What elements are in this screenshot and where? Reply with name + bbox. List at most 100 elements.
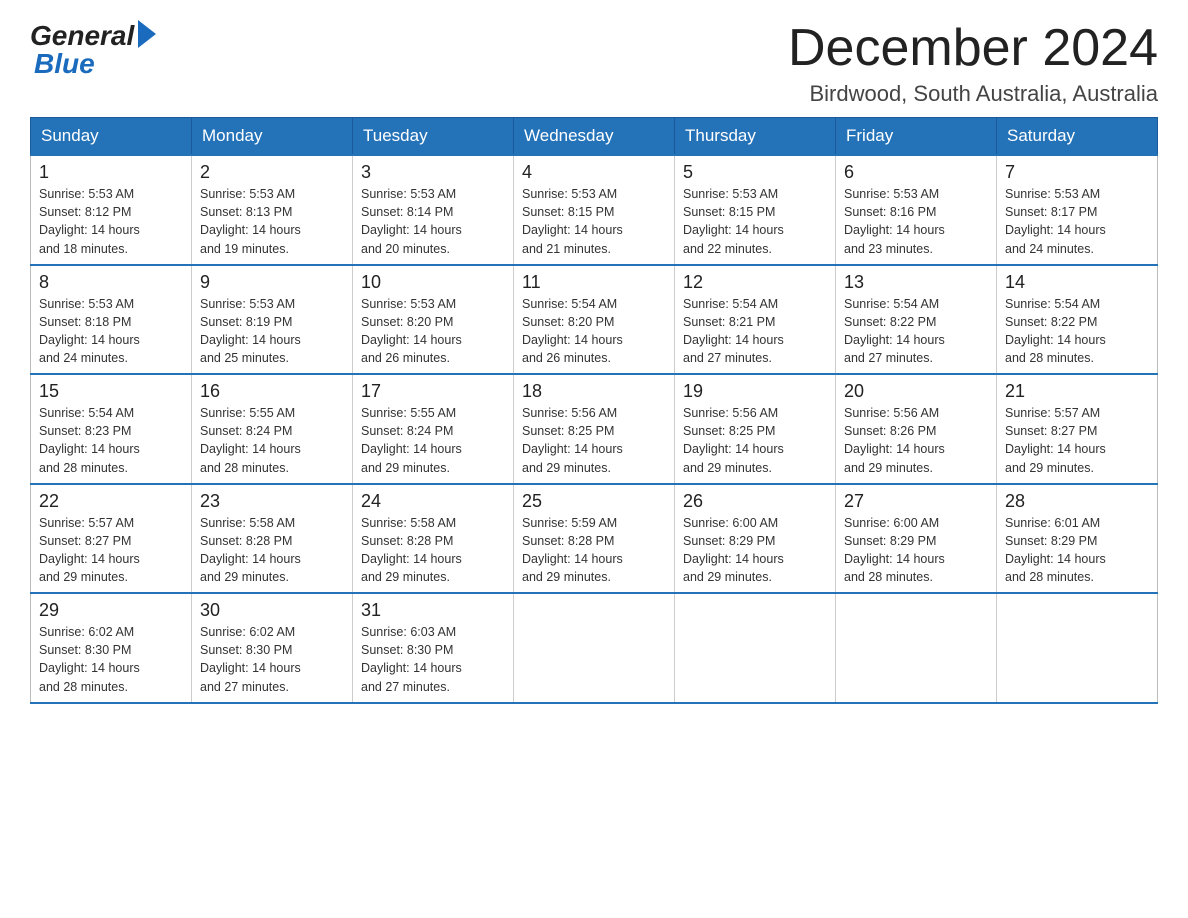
day-info: Sunrise: 5:56 AMSunset: 8:25 PMDaylight:… — [522, 404, 666, 477]
day-info: Sunrise: 5:59 AMSunset: 8:28 PMDaylight:… — [522, 514, 666, 587]
calendar-week-row: 8Sunrise: 5:53 AMSunset: 8:18 PMDaylight… — [31, 265, 1158, 375]
day-info: Sunrise: 5:54 AMSunset: 8:21 PMDaylight:… — [683, 295, 827, 368]
calendar-cell: 11Sunrise: 5:54 AMSunset: 8:20 PMDayligh… — [514, 265, 675, 375]
calendar-cell: 27Sunrise: 6:00 AMSunset: 8:29 PMDayligh… — [836, 484, 997, 594]
calendar-cell: 8Sunrise: 5:53 AMSunset: 8:18 PMDaylight… — [31, 265, 192, 375]
day-number: 23 — [200, 491, 344, 512]
day-info: Sunrise: 5:54 AMSunset: 8:22 PMDaylight:… — [1005, 295, 1149, 368]
calendar-cell: 3Sunrise: 5:53 AMSunset: 8:14 PMDaylight… — [353, 155, 514, 265]
day-info: Sunrise: 6:01 AMSunset: 8:29 PMDaylight:… — [1005, 514, 1149, 587]
day-info: Sunrise: 5:53 AMSunset: 8:17 PMDaylight:… — [1005, 185, 1149, 258]
calendar-cell: 29Sunrise: 6:02 AMSunset: 8:30 PMDayligh… — [31, 593, 192, 703]
day-info: Sunrise: 5:53 AMSunset: 8:19 PMDaylight:… — [200, 295, 344, 368]
calendar-header-row: SundayMondayTuesdayWednesdayThursdayFrid… — [31, 118, 1158, 156]
day-info: Sunrise: 5:53 AMSunset: 8:12 PMDaylight:… — [39, 185, 183, 258]
day-info: Sunrise: 5:55 AMSunset: 8:24 PMDaylight:… — [200, 404, 344, 477]
calendar-cell — [997, 593, 1158, 703]
calendar-cell: 26Sunrise: 6:00 AMSunset: 8:29 PMDayligh… — [675, 484, 836, 594]
day-number: 2 — [200, 162, 344, 183]
calendar-cell: 18Sunrise: 5:56 AMSunset: 8:25 PMDayligh… — [514, 374, 675, 484]
day-info: Sunrise: 5:53 AMSunset: 8:18 PMDaylight:… — [39, 295, 183, 368]
day-info: Sunrise: 6:00 AMSunset: 8:29 PMDaylight:… — [683, 514, 827, 587]
day-info: Sunrise: 5:53 AMSunset: 8:15 PMDaylight:… — [522, 185, 666, 258]
day-info: Sunrise: 5:54 AMSunset: 8:20 PMDaylight:… — [522, 295, 666, 368]
day-number: 26 — [683, 491, 827, 512]
day-info: Sunrise: 5:53 AMSunset: 8:15 PMDaylight:… — [683, 185, 827, 258]
calendar-week-row: 29Sunrise: 6:02 AMSunset: 8:30 PMDayligh… — [31, 593, 1158, 703]
calendar-cell: 10Sunrise: 5:53 AMSunset: 8:20 PMDayligh… — [353, 265, 514, 375]
calendar-cell: 31Sunrise: 6:03 AMSunset: 8:30 PMDayligh… — [353, 593, 514, 703]
day-number: 4 — [522, 162, 666, 183]
day-number: 29 — [39, 600, 183, 621]
logo-arrow-icon — [138, 20, 156, 48]
day-info: Sunrise: 6:02 AMSunset: 8:30 PMDaylight:… — [200, 623, 344, 696]
calendar-cell: 9Sunrise: 5:53 AMSunset: 8:19 PMDaylight… — [192, 265, 353, 375]
day-number: 5 — [683, 162, 827, 183]
weekday-header-monday: Monday — [192, 118, 353, 156]
day-number: 7 — [1005, 162, 1149, 183]
calendar-cell: 15Sunrise: 5:54 AMSunset: 8:23 PMDayligh… — [31, 374, 192, 484]
calendar-cell: 30Sunrise: 6:02 AMSunset: 8:30 PMDayligh… — [192, 593, 353, 703]
title-block: December 2024 Birdwood, South Australia,… — [788, 20, 1158, 107]
day-info: Sunrise: 6:00 AMSunset: 8:29 PMDaylight:… — [844, 514, 988, 587]
calendar-cell — [836, 593, 997, 703]
day-info: Sunrise: 5:58 AMSunset: 8:28 PMDaylight:… — [200, 514, 344, 587]
day-info: Sunrise: 5:54 AMSunset: 8:23 PMDaylight:… — [39, 404, 183, 477]
day-number: 21 — [1005, 381, 1149, 402]
day-info: Sunrise: 5:53 AMSunset: 8:20 PMDaylight:… — [361, 295, 505, 368]
calendar-cell: 1Sunrise: 5:53 AMSunset: 8:12 PMDaylight… — [31, 155, 192, 265]
day-info: Sunrise: 5:53 AMSunset: 8:13 PMDaylight:… — [200, 185, 344, 258]
day-info: Sunrise: 5:53 AMSunset: 8:16 PMDaylight:… — [844, 185, 988, 258]
calendar-cell: 7Sunrise: 5:53 AMSunset: 8:17 PMDaylight… — [997, 155, 1158, 265]
calendar-cell: 14Sunrise: 5:54 AMSunset: 8:22 PMDayligh… — [997, 265, 1158, 375]
calendar-cell: 28Sunrise: 6:01 AMSunset: 8:29 PMDayligh… — [997, 484, 1158, 594]
month-title: December 2024 — [788, 20, 1158, 77]
day-info: Sunrise: 5:53 AMSunset: 8:14 PMDaylight:… — [361, 185, 505, 258]
day-number: 12 — [683, 272, 827, 293]
weekday-header-thursday: Thursday — [675, 118, 836, 156]
day-number: 20 — [844, 381, 988, 402]
day-info: Sunrise: 5:56 AMSunset: 8:25 PMDaylight:… — [683, 404, 827, 477]
calendar-cell: 4Sunrise: 5:53 AMSunset: 8:15 PMDaylight… — [514, 155, 675, 265]
calendar-cell: 6Sunrise: 5:53 AMSunset: 8:16 PMDaylight… — [836, 155, 997, 265]
logo: General Blue — [30, 20, 156, 80]
day-number: 15 — [39, 381, 183, 402]
day-info: Sunrise: 5:54 AMSunset: 8:22 PMDaylight:… — [844, 295, 988, 368]
calendar-cell — [675, 593, 836, 703]
calendar-cell: 20Sunrise: 5:56 AMSunset: 8:26 PMDayligh… — [836, 374, 997, 484]
calendar-cell: 13Sunrise: 5:54 AMSunset: 8:22 PMDayligh… — [836, 265, 997, 375]
day-info: Sunrise: 6:03 AMSunset: 8:30 PMDaylight:… — [361, 623, 505, 696]
calendar-cell — [514, 593, 675, 703]
calendar-week-row: 22Sunrise: 5:57 AMSunset: 8:27 PMDayligh… — [31, 484, 1158, 594]
day-number: 1 — [39, 162, 183, 183]
day-info: Sunrise: 5:57 AMSunset: 8:27 PMDaylight:… — [39, 514, 183, 587]
day-number: 24 — [361, 491, 505, 512]
day-number: 22 — [39, 491, 183, 512]
day-number: 6 — [844, 162, 988, 183]
calendar-week-row: 15Sunrise: 5:54 AMSunset: 8:23 PMDayligh… — [31, 374, 1158, 484]
calendar-week-row: 1Sunrise: 5:53 AMSunset: 8:12 PMDaylight… — [31, 155, 1158, 265]
day-number: 13 — [844, 272, 988, 293]
day-number: 8 — [39, 272, 183, 293]
day-number: 16 — [200, 381, 344, 402]
day-number: 28 — [1005, 491, 1149, 512]
weekday-header-sunday: Sunday — [31, 118, 192, 156]
calendar-cell: 24Sunrise: 5:58 AMSunset: 8:28 PMDayligh… — [353, 484, 514, 594]
weekday-header-saturday: Saturday — [997, 118, 1158, 156]
calendar-cell: 19Sunrise: 5:56 AMSunset: 8:25 PMDayligh… — [675, 374, 836, 484]
calendar-cell: 12Sunrise: 5:54 AMSunset: 8:21 PMDayligh… — [675, 265, 836, 375]
calendar-cell: 5Sunrise: 5:53 AMSunset: 8:15 PMDaylight… — [675, 155, 836, 265]
calendar-cell: 16Sunrise: 5:55 AMSunset: 8:24 PMDayligh… — [192, 374, 353, 484]
calendar-cell: 23Sunrise: 5:58 AMSunset: 8:28 PMDayligh… — [192, 484, 353, 594]
day-info: Sunrise: 6:02 AMSunset: 8:30 PMDaylight:… — [39, 623, 183, 696]
calendar-cell: 2Sunrise: 5:53 AMSunset: 8:13 PMDaylight… — [192, 155, 353, 265]
logo-blue-text: Blue — [34, 48, 95, 80]
calendar-cell: 22Sunrise: 5:57 AMSunset: 8:27 PMDayligh… — [31, 484, 192, 594]
weekday-header-tuesday: Tuesday — [353, 118, 514, 156]
calendar-cell: 21Sunrise: 5:57 AMSunset: 8:27 PMDayligh… — [997, 374, 1158, 484]
calendar-table: SundayMondayTuesdayWednesdayThursdayFrid… — [30, 117, 1158, 704]
day-number: 27 — [844, 491, 988, 512]
calendar-cell: 25Sunrise: 5:59 AMSunset: 8:28 PMDayligh… — [514, 484, 675, 594]
day-info: Sunrise: 5:56 AMSunset: 8:26 PMDaylight:… — [844, 404, 988, 477]
page-header: General Blue December 2024 Birdwood, Sou… — [30, 20, 1158, 107]
